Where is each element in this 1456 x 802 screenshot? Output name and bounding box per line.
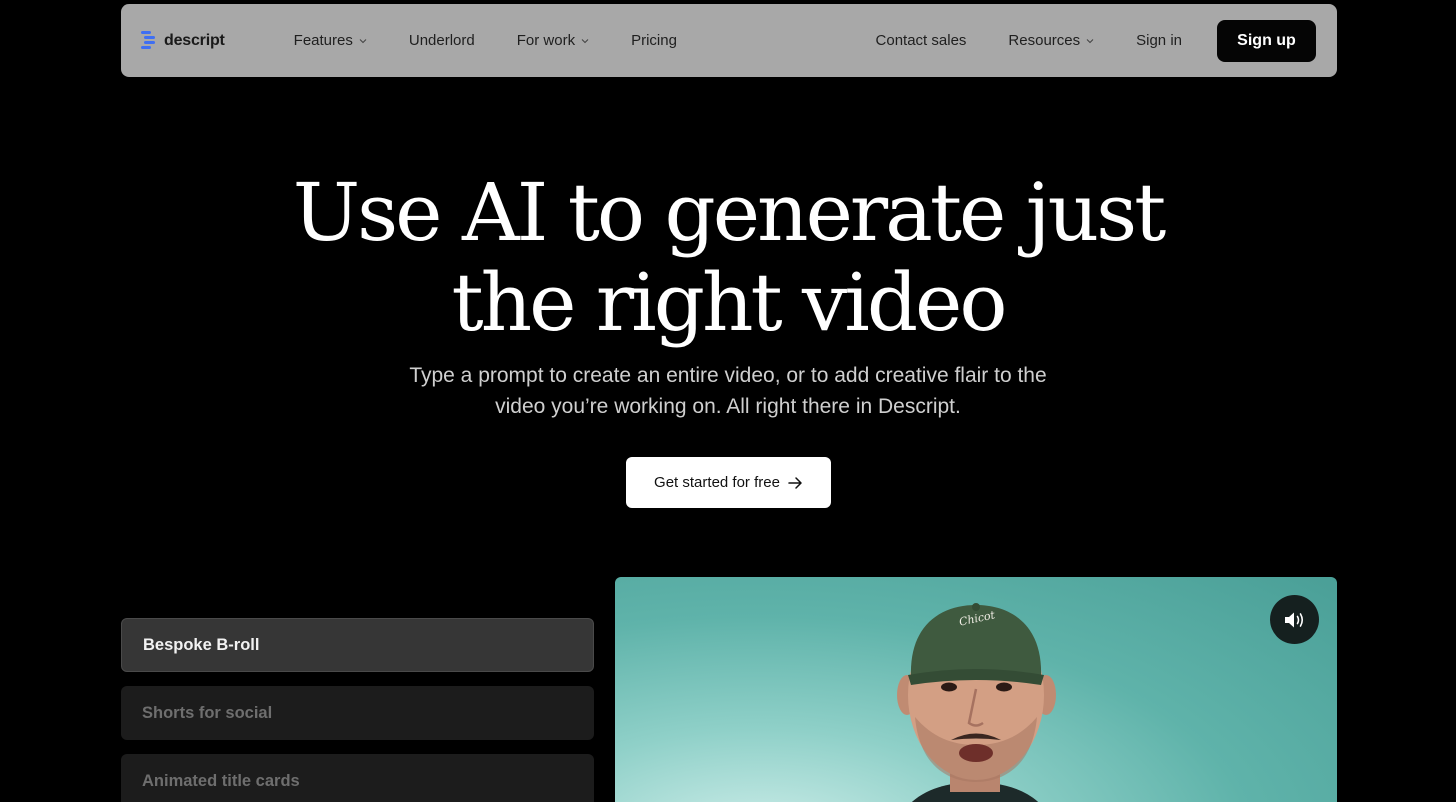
sign-up-button[interactable]: Sign up — [1217, 19, 1316, 62]
nav-secondary-links: Contact sales Resources Sign in Sign up — [876, 19, 1316, 62]
logo-text: descript — [164, 31, 225, 49]
chevron-down-icon — [581, 38, 589, 43]
tab-animated-title-cards[interactable]: Animated title cards — [121, 754, 594, 802]
tab-shorts-for-social[interactable]: Shorts for social — [121, 686, 594, 740]
descript-logo-icon — [141, 31, 155, 49]
tab-label: Shorts for social — [142, 703, 273, 722]
speaker-volume-icon — [1284, 612, 1303, 627]
hero-subtitle-line-1: Type a prompt to create an entire video,… — [409, 364, 1047, 387]
tab-label: Bespoke B-roll — [143, 635, 260, 654]
nav-item-label: Contact sales — [875, 32, 967, 49]
get-started-button[interactable]: Get started for free — [626, 457, 831, 508]
nav-item-features[interactable]: Features — [294, 32, 367, 49]
nav-item-for-work[interactable]: For work — [517, 32, 589, 49]
tab-label: Animated title cards — [142, 771, 300, 790]
nav-item-label: For work — [516, 32, 576, 49]
nav-item-label: Resources — [1008, 32, 1081, 49]
nav-item-sign-in[interactable]: Sign in — [1136, 32, 1182, 49]
arrow-right-icon — [788, 476, 802, 489]
page: descript Features Underlord For work Pri… — [0, 0, 1456, 802]
nav-item-contact-sales[interactable]: Contact sales — [876, 32, 967, 49]
tab-bespoke-b-roll[interactable]: Bespoke B-roll — [121, 618, 594, 672]
nav-item-label: Sign in — [1136, 32, 1182, 49]
nav-item-underlord[interactable]: Underlord — [409, 32, 475, 49]
sound-toggle-button[interactable] — [1270, 595, 1319, 644]
nav-item-label: Pricing — [631, 32, 677, 49]
hero-title-line-2: the right video — [451, 256, 1007, 349]
nav-item-pricing[interactable]: Pricing — [631, 32, 677, 49]
get-started-label: Get started for free — [654, 474, 780, 491]
hero-subtitle-line-2: video you’re working on. All right there… — [495, 395, 961, 418]
descript-logo[interactable]: descript — [141, 31, 225, 50]
presenter-image — [897, 603, 1056, 802]
hero-title-line-1: Use AI to generate just — [292, 166, 1167, 259]
top-navbar: descript Features Underlord For work Pri… — [121, 4, 1337, 77]
nav-item-resources[interactable]: Resources — [1008, 32, 1094, 49]
chevron-down-icon — [1086, 38, 1094, 43]
nav-item-label: Underlord — [408, 32, 475, 49]
hero-title: Use AI to generate just the right video — [0, 168, 1456, 348]
chevron-down-icon — [359, 38, 367, 43]
hero-subtitle: Type a prompt to create an entire video,… — [378, 360, 1078, 422]
nav-item-label: Features — [293, 32, 353, 49]
nav-primary-links: Features Underlord For work Pricing — [294, 32, 719, 49]
video-player[interactable]: Chicot — [615, 577, 1337, 802]
